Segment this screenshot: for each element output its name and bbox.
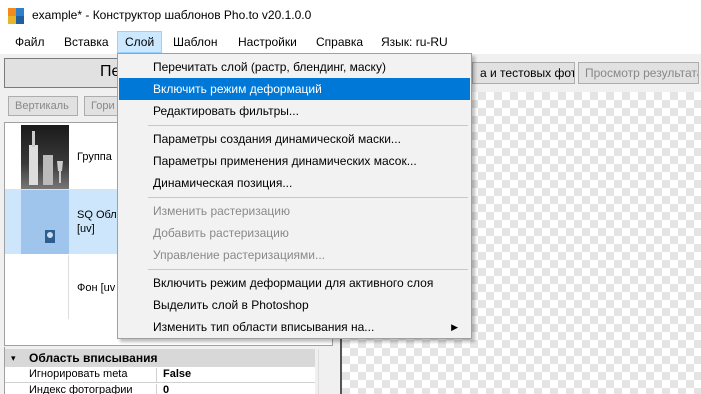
property-name: Игнорировать meta <box>29 368 157 383</box>
menu-item-select-in-photoshop[interactable]: Выделить слой в Photoshop <box>119 294 470 316</box>
submenu-arrow-icon: ▶ <box>451 322 458 332</box>
menu-separator <box>148 269 468 270</box>
menu-item-enable-deformation[interactable]: Включить режим деформаций <box>119 78 470 100</box>
menu-item-manage-rasterizations: Управление растеризациями... <box>153 248 326 262</box>
layer-label: Фон [uv <box>77 282 116 294</box>
vertical-align-button[interactable]: Вертикаль <box>8 96 78 116</box>
menu-template[interactable]: Шаблон <box>166 31 224 53</box>
horizontal-align-button[interactable]: Гори <box>84 96 118 116</box>
menu-help[interactable]: Справка <box>309 31 370 53</box>
menu-item-dynamic-mask-create[interactable]: Параметры создания динамической маски... <box>119 128 470 150</box>
menu-item-change-rasterization: Изменить растеризацию <box>153 204 290 218</box>
layer-sublabel: [uv] <box>77 223 95 235</box>
app-logo-icon <box>8 8 24 24</box>
property-row[interactable]: Игнорировать meta False <box>5 367 315 383</box>
layer-thumbnail-selected <box>21 190 69 254</box>
layer-thumbnail-background <box>21 255 69 319</box>
menu-item-dynamic-position[interactable]: Динамическая позиция... <box>119 172 470 194</box>
title-bar: example* - Конструктор шаблонов Pho.to v… <box>0 0 701 31</box>
menu-layer[interactable]: Слой <box>117 31 163 53</box>
layer-row-group[interactable]: Группа <box>5 123 117 189</box>
property-value[interactable]: False <box>163 368 191 380</box>
menu-settings[interactable]: Настройки <box>231 31 304 53</box>
window-title: example* - Конструктор шаблонов Pho.to v… <box>32 8 312 22</box>
properties-panel: ▾ Область вписывания Игнорировать meta F… <box>4 347 333 394</box>
menu-bar: Файл Вставка Слой Шаблон Настройки Справ… <box>0 31 701 54</box>
test-photos-button[interactable]: а и тестовых фото <box>472 62 575 84</box>
menu-separator <box>148 197 468 198</box>
property-row[interactable]: Индекс фотографии 0 <box>5 383 315 394</box>
menu-item-label: Изменить тип области вписывания на... <box>153 320 375 334</box>
menu-insert[interactable]: Вставка <box>57 31 116 53</box>
menu-item-dynamic-mask-apply[interactable]: Параметры применения динамических масок.… <box>119 150 470 172</box>
primary-mode-button[interactable]: Пе <box>4 58 120 88</box>
layer-thumbnail-bottles <box>21 125 69 189</box>
menu-item-reload-layer[interactable]: Перечитать слой (растр, блендинг, маску) <box>119 56 470 78</box>
layer-dropdown-menu: Перечитать слой (растр, блендинг, маску)… <box>117 53 472 339</box>
menu-item-change-fit-area-type[interactable]: Изменить тип области вписывания на... ▶ <box>119 316 470 338</box>
menu-item-add-rasterization: Добавить растеризацию <box>153 226 289 240</box>
property-name: Индекс фотографии <box>29 384 157 394</box>
properties-category-label: Область вписывания <box>29 351 158 365</box>
collapse-icon[interactable]: ▾ <box>11 353 21 363</box>
layer-row-sq-area[interactable]: SQ Обла [uv] <box>5 189 123 254</box>
properties-category-header[interactable]: ▾ Область вписывания <box>5 349 315 367</box>
menu-item-deformation-active-layer[interactable]: Включить режим деформации для активного … <box>119 272 470 294</box>
layer-row-background[interactable]: Фон [uv <box>5 254 117 319</box>
menu-file[interactable]: Файл <box>8 31 52 53</box>
layer-label: Группа <box>77 151 112 163</box>
vertical-scrollbar[interactable] <box>318 349 332 394</box>
menu-separator <box>148 125 468 126</box>
preview-result-button[interactable]: Просмотр результата <box>578 62 699 84</box>
layer-label: SQ Обла <box>77 209 123 221</box>
menu-language[interactable]: Язык: ru-RU <box>374 31 455 53</box>
property-value[interactable]: 0 <box>163 384 169 394</box>
menu-item-edit-filters[interactable]: Редактировать фильтры... <box>119 100 470 122</box>
